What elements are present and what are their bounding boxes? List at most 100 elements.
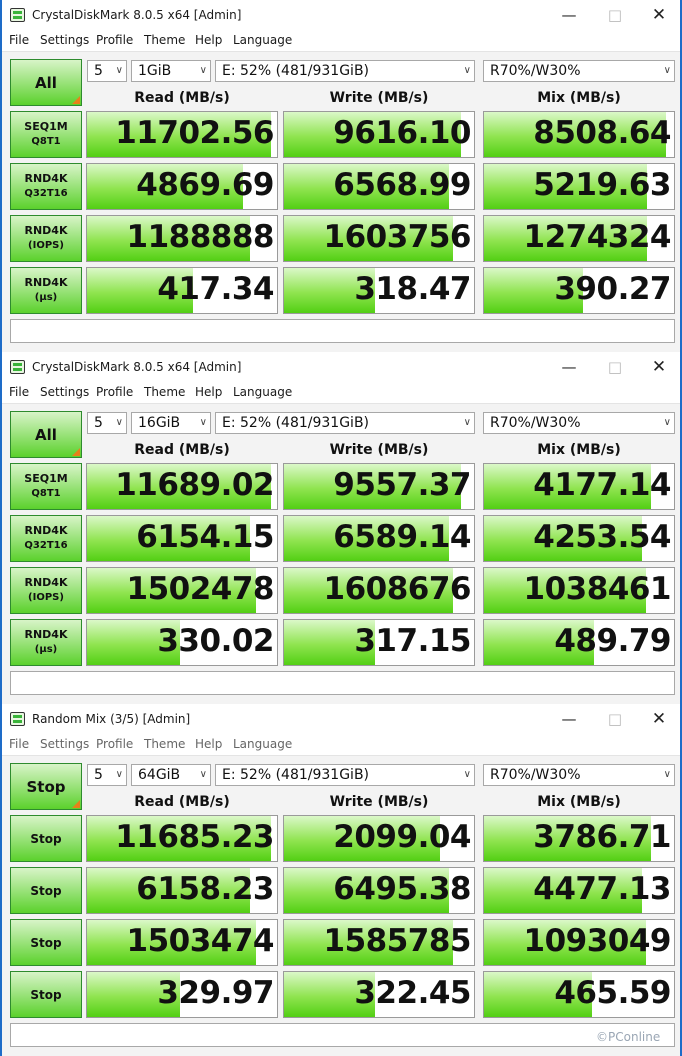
row-button-sublabel: (IOPS) <box>28 592 64 603</box>
app-icon <box>10 8 25 22</box>
result-cell-write: 2099.04 <box>283 815 475 862</box>
maximize-icon[interactable]: □ <box>600 356 630 378</box>
test-count-select[interactable]: 5 ∨ <box>87 60 127 82</box>
window-title: CrystalDiskMark 8.0.5 x64 [Admin] <box>32 360 242 374</box>
minimize-icon[interactable]: — <box>554 708 584 730</box>
menu-item-help[interactable]: Help <box>195 33 222 47</box>
test-count-select[interactable]: 5 ∨ <box>87 412 127 434</box>
app-icon <box>10 360 25 374</box>
result-cell-mix: 5219.63 <box>483 163 675 210</box>
mix-ratio-select[interactable]: R70%/W30% ∨ <box>483 412 675 434</box>
menu-item-settings[interactable]: Settings <box>40 33 89 47</box>
result-cell-write: 9616.10 <box>283 111 475 158</box>
result-cell-read: 11689.02 <box>86 463 278 510</box>
menu-item-file[interactable]: File <box>9 385 29 399</box>
result-cell-write: 1603756 <box>283 215 475 262</box>
comment-input[interactable] <box>10 671 675 695</box>
menu-item-theme[interactable]: Theme <box>144 385 185 399</box>
drive-select[interactable]: E: 52% (481/931GiB) ∨ <box>215 412 475 434</box>
test-row-button[interactable]: RND4K (µs) <box>10 619 82 666</box>
drive-select[interactable]: E: 52% (481/931GiB) ∨ <box>215 60 475 82</box>
row-button-label: RND4K <box>24 524 68 537</box>
stop-row-button[interactable]: Stop <box>10 867 82 914</box>
test-row-button[interactable]: RND4K Q32T16 <box>10 163 82 210</box>
result-value: 1274324 <box>523 219 672 255</box>
column-header-write: Write (MB/s) <box>329 442 429 458</box>
row-button-sublabel: (µs) <box>34 644 58 655</box>
result-value: 11685.23 <box>115 819 274 855</box>
window-title: Random Mix (3/5) [Admin] <box>32 712 191 726</box>
test-size-select[interactable]: 1GiB ∨ <box>131 60 211 82</box>
row-button-label: RND4K <box>24 628 68 641</box>
test-count-select[interactable]: 5 ∨ <box>87 764 127 786</box>
row-button-label: Stop <box>30 832 62 846</box>
minimize-icon[interactable]: — <box>554 4 584 26</box>
result-value: 330.02 <box>157 623 274 659</box>
menu-item-theme[interactable]: Theme <box>144 33 185 47</box>
column-header-read: Read (MB/s) <box>134 90 230 106</box>
cdm-window: Random Mix (3/5) [Admin] — □ ✕ File Settings P… <box>0 704 682 1056</box>
menu-item-file[interactable]: File <box>9 33 29 47</box>
comment-input[interactable] <box>10 1023 675 1047</box>
result-cell-read: 6154.15 <box>86 515 278 562</box>
drive-select[interactable]: E: 52% (481/931GiB) ∨ <box>215 764 475 786</box>
close-icon[interactable]: ✕ <box>644 356 674 378</box>
all-button[interactable]: All <box>10 411 82 458</box>
result-value: 417.34 <box>157 271 274 307</box>
row-button-label: RND4K <box>24 276 68 289</box>
chevron-down-icon: ∨ <box>463 769 471 780</box>
result-value: 9616.10 <box>333 115 471 151</box>
row-button-sublabel: (IOPS) <box>28 240 64 251</box>
result-cell-write: 1585785 <box>283 919 475 966</box>
result-value: 3786.71 <box>533 819 671 855</box>
menu-item-file[interactable]: File <box>9 737 29 751</box>
test-size-select[interactable]: 64GiB ∨ <box>131 764 211 786</box>
result-value: 1603756 <box>323 219 472 255</box>
menu-bar: File Settings Profile Theme Help Language <box>2 31 680 52</box>
menu-item-language[interactable]: Language <box>233 385 292 399</box>
result-value: 5219.63 <box>533 167 671 203</box>
result-cell-read: 4869.69 <box>86 163 278 210</box>
menu-item-language[interactable]: Language <box>233 737 292 751</box>
menu-item-help[interactable]: Help <box>195 385 222 399</box>
row-button-sublabel: Q8T1 <box>31 136 61 147</box>
close-icon[interactable]: ✕ <box>644 4 674 26</box>
test-row-button[interactable]: RND4K (IOPS) <box>10 567 82 614</box>
minimize-icon[interactable]: — <box>554 356 584 378</box>
menu-item-profile[interactable]: Profile <box>96 385 133 399</box>
row-button-sublabel: Q32T16 <box>24 540 68 551</box>
mix-ratio-select[interactable]: R70%/W30% ∨ <box>483 764 675 786</box>
result-value: 6589.14 <box>333 519 471 555</box>
stop-row-button[interactable]: Stop <box>10 919 82 966</box>
test-row-button[interactable]: SEQ1M Q8T1 <box>10 111 82 158</box>
menu-item-settings[interactable]: Settings <box>40 737 89 751</box>
stop-row-button[interactable]: Stop <box>10 815 82 862</box>
menu-item-profile[interactable]: Profile <box>96 737 133 751</box>
menu-item-profile[interactable]: Profile <box>96 33 133 47</box>
test-row-button[interactable]: RND4K (IOPS) <box>10 215 82 262</box>
test-row-button[interactable]: SEQ1M Q8T1 <box>10 463 82 510</box>
test-size-select-value: 16GiB <box>138 415 181 431</box>
result-value: 390.27 <box>554 271 671 307</box>
menu-item-theme[interactable]: Theme <box>144 737 185 751</box>
test-size-select[interactable]: 16GiB ∨ <box>131 412 211 434</box>
result-cell-mix: 390.27 <box>483 267 675 314</box>
mix-ratio-select[interactable]: R70%/W30% ∨ <box>483 60 675 82</box>
stop-row-button[interactable]: Stop <box>10 971 82 1018</box>
column-header-write: Write (MB/s) <box>329 90 429 106</box>
title-bar: Random Mix (3/5) [Admin] — □ ✕ <box>2 704 680 735</box>
maximize-icon[interactable]: □ <box>600 4 630 26</box>
all-button[interactable]: All <box>10 59 82 106</box>
stop-button[interactable]: Stop <box>10 763 82 810</box>
menu-item-language[interactable]: Language <box>233 33 292 47</box>
result-cell-read: 1503474 <box>86 919 278 966</box>
comment-input[interactable] <box>10 319 675 343</box>
maximize-icon[interactable]: □ <box>600 708 630 730</box>
result-value: 1585785 <box>323 923 472 959</box>
close-icon[interactable]: ✕ <box>644 708 674 730</box>
result-cell-read: 1502478 <box>86 567 278 614</box>
test-row-button[interactable]: RND4K (µs) <box>10 267 82 314</box>
menu-item-settings[interactable]: Settings <box>40 385 89 399</box>
test-row-button[interactable]: RND4K Q32T16 <box>10 515 82 562</box>
menu-item-help[interactable]: Help <box>195 737 222 751</box>
